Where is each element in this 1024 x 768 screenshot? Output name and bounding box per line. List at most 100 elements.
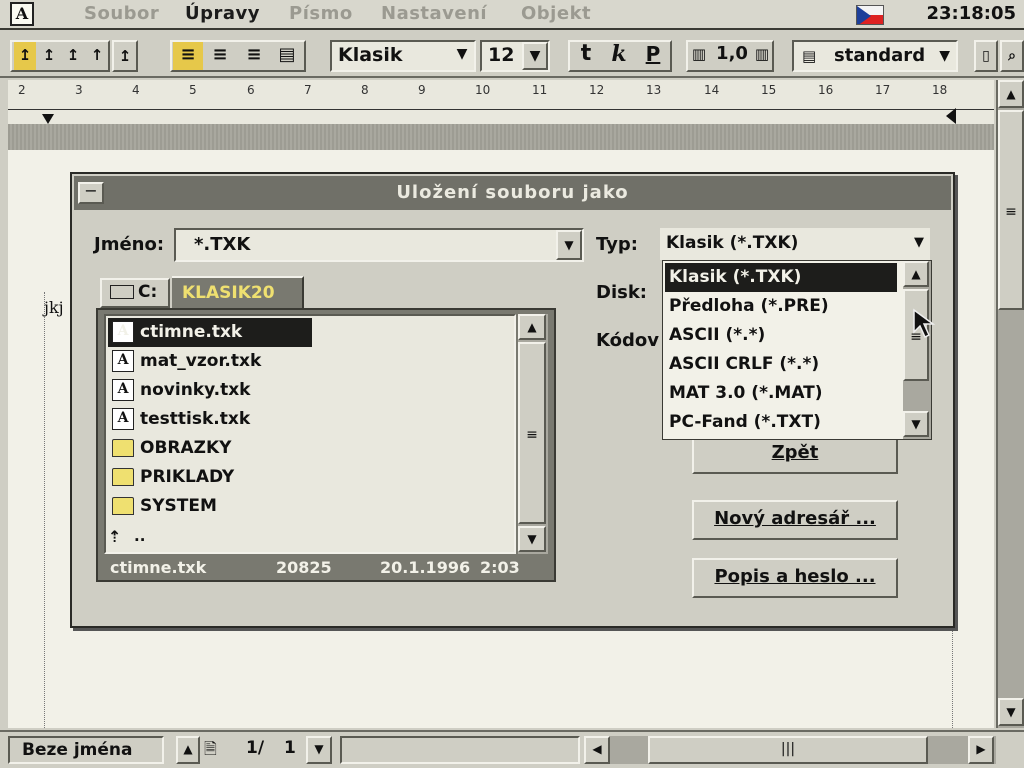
dialog-close-icon[interactable]: −	[78, 182, 104, 204]
document-vertical-scrollbar[interactable]: ▲ ≡ ▼	[996, 80, 1024, 728]
back-button-label: Zpět	[771, 442, 819, 463]
file-scroll-up-icon[interactable]: ▲	[518, 314, 546, 340]
scroll-left-icon[interactable]: ◀	[584, 736, 610, 764]
type-label: Typ:	[596, 234, 638, 255]
type-select[interactable]: Klasik (*.TXK) ▼	[660, 228, 930, 260]
ruler-number: 11	[532, 83, 548, 97]
font-size-dropdown-icon[interactable]: ▼	[522, 42, 548, 70]
type-list-scrollbar[interactable]: ▲ ≡ ▼	[903, 261, 931, 439]
clock: 23:18:05	[926, 3, 1016, 24]
line-spacing-down-icon[interactable]: ▥	[688, 40, 710, 72]
type-dropdown-icon[interactable]: ▼	[914, 228, 924, 258]
scroll-right-icon[interactable]: ▶	[968, 736, 994, 764]
indent-left-icon[interactable]: ↥	[38, 42, 60, 70]
page-view-icon[interactable]: ▯	[974, 40, 998, 72]
parent-directory-item[interactable]: ⇡..	[108, 522, 145, 551]
file-scroll-down-icon[interactable]: ▼	[518, 526, 546, 552]
type-option[interactable]: ASCII (*.*)	[665, 321, 897, 350]
type-option[interactable]: Klasik (*.TXK)	[665, 263, 897, 292]
back-button[interactable]: Zpět	[692, 434, 898, 474]
file-name: SYSTEM	[140, 496, 217, 516]
type-option[interactable]: ASCII CRLF (*.*)	[665, 350, 897, 379]
dialog-title: Uložení souboru jako	[74, 176, 951, 210]
name-input[interactable]: *.TXK	[174, 228, 584, 262]
tab-stop-icon[interactable]: ↥	[112, 40, 138, 72]
indent-hanging-icon[interactable]: ↑	[86, 42, 108, 70]
align-right-icon[interactable]: ≡	[239, 42, 269, 70]
type-option[interactable]: Předloha (*.PRE)	[665, 292, 897, 321]
ruler-number: 12	[589, 83, 605, 97]
ruler-number: 15	[761, 83, 777, 97]
ruler-number: 16	[818, 83, 834, 97]
document-horizontal-scrollbar[interactable]: ◀ ||| ▶	[584, 736, 996, 764]
italic-button[interactable]: k	[603, 40, 635, 72]
file-browser: Actimne.txk Amat_vzor.txk Anovinky.txk Ates…	[96, 308, 556, 582]
file-list-scrollbar[interactable]: ▲ ≡ ▼	[518, 314, 548, 554]
status-bar: Beze jména ▲ 🗎 1/ 1 ▼ ◀ ||| ▶	[0, 730, 1024, 768]
description-password-button[interactable]: Popis a heslo ...	[692, 558, 898, 598]
scroll-up-icon[interactable]: ▲	[998, 80, 1024, 108]
type-option[interactable]: MAT 3.0 (*.MAT)	[665, 379, 897, 408]
ruler-number: 10	[475, 83, 491, 97]
type-dropdown-list[interactable]: Klasik (*.TXK) Předloha (*.PRE) ASCII (*.*…	[662, 260, 932, 440]
new-directory-button-label: Nový adresář ...	[714, 508, 876, 529]
left-margin-marker[interactable]	[42, 114, 54, 124]
paragraph-style-dropdown-icon[interactable]: ▼	[939, 42, 950, 70]
file-item[interactable]: Atesttisk.txk	[108, 405, 514, 434]
align-center-icon[interactable]: ≡	[205, 42, 235, 70]
type-select-value: Klasik (*.TXK)	[666, 233, 799, 253]
folder-item[interactable]: OBRAZKY	[108, 434, 514, 463]
file-name: testtisk.txk	[140, 409, 251, 429]
file-name: mat_vzor.txk	[140, 351, 262, 371]
folder-item[interactable]: PRIKLADY	[108, 463, 514, 492]
ruler-number: 18	[932, 83, 948, 97]
file-list[interactable]: Actimne.txk Amat_vzor.txk Anovinky.txk Ates…	[104, 314, 516, 554]
page-count-label: 1/	[246, 738, 265, 758]
ruler-number: 14	[704, 83, 720, 97]
tab-drive[interactable]: C:	[100, 278, 170, 308]
tab-folder[interactable]: KLASIK20	[172, 276, 304, 308]
underline-button[interactable]: P	[637, 40, 669, 72]
indent-right-icon[interactable]: ↥	[62, 42, 84, 70]
font-name-dropdown-icon[interactable]: ▼	[452, 46, 472, 66]
type-scroll-down-icon[interactable]: ▼	[903, 411, 929, 437]
description-password-button-label: Popis a heslo ...	[714, 566, 876, 587]
paragraph-style-combo[interactable]: ▤ standard ▼	[792, 40, 958, 72]
bold-button[interactable]: t	[570, 40, 602, 72]
menu-pismo[interactable]: Písmo	[289, 3, 353, 24]
scroll-down-icon[interactable]: ▼	[998, 698, 1024, 726]
file-item[interactable]: Anovinky.txk	[108, 376, 514, 405]
document-icon: A	[112, 350, 134, 372]
folder-item[interactable]: SYSTEM	[108, 492, 514, 521]
ruler[interactable]: 2 3 4 5 6 7 8 9 10 11 12 13 14 15 16 17 …	[8, 80, 994, 124]
line-spacing-up-icon[interactable]: ▥	[752, 40, 772, 72]
file-info-time: 2:03	[480, 558, 520, 577]
type-option[interactable]: PC-Fand (*.TXT)	[665, 408, 897, 437]
right-margin-marker[interactable]	[946, 108, 956, 124]
menu-upravy[interactable]: Úpravy	[185, 3, 260, 24]
file-item[interactable]: Actimne.txk	[108, 318, 312, 347]
file-info-name: ctimne.txk	[110, 558, 207, 577]
document-name: Beze jména	[8, 736, 164, 764]
czech-flag-icon[interactable]	[856, 5, 884, 25]
file-scroll-thumb[interactable]: ≡	[518, 342, 546, 524]
align-left-icon[interactable]: ≡	[173, 42, 203, 70]
new-directory-button[interactable]: Nový adresář ...	[692, 500, 898, 540]
indent-first-icon[interactable]: ↥	[14, 42, 36, 70]
zoom-icon[interactable]: ⌕	[1000, 40, 1024, 72]
menu-nastaveni[interactable]: Nastavení	[381, 3, 487, 24]
save-as-dialog: Uložení souboru jako − Jméno: *.TXK ▼ Ty…	[70, 172, 955, 628]
file-item[interactable]: Amat_vzor.txk	[108, 347, 514, 376]
name-history-dropdown-icon[interactable]: ▼	[556, 230, 582, 260]
mouse-cursor-icon	[913, 308, 936, 339]
type-scroll-up-icon[interactable]: ▲	[903, 261, 929, 287]
app-icon[interactable]: A	[10, 2, 34, 26]
menu-soubor[interactable]: Soubor	[84, 3, 159, 24]
menu-objekt[interactable]: Objekt	[521, 3, 591, 24]
font-name-value: Klasik	[338, 44, 403, 66]
scroll-thumb[interactable]: ≡	[998, 110, 1024, 310]
page-down-icon[interactable]: ▼	[306, 736, 332, 764]
page-up-icon[interactable]: ▲	[176, 736, 200, 764]
horizontal-scroll-thumb[interactable]: |||	[648, 736, 928, 764]
align-justify-icon[interactable]: ▤	[272, 42, 302, 70]
